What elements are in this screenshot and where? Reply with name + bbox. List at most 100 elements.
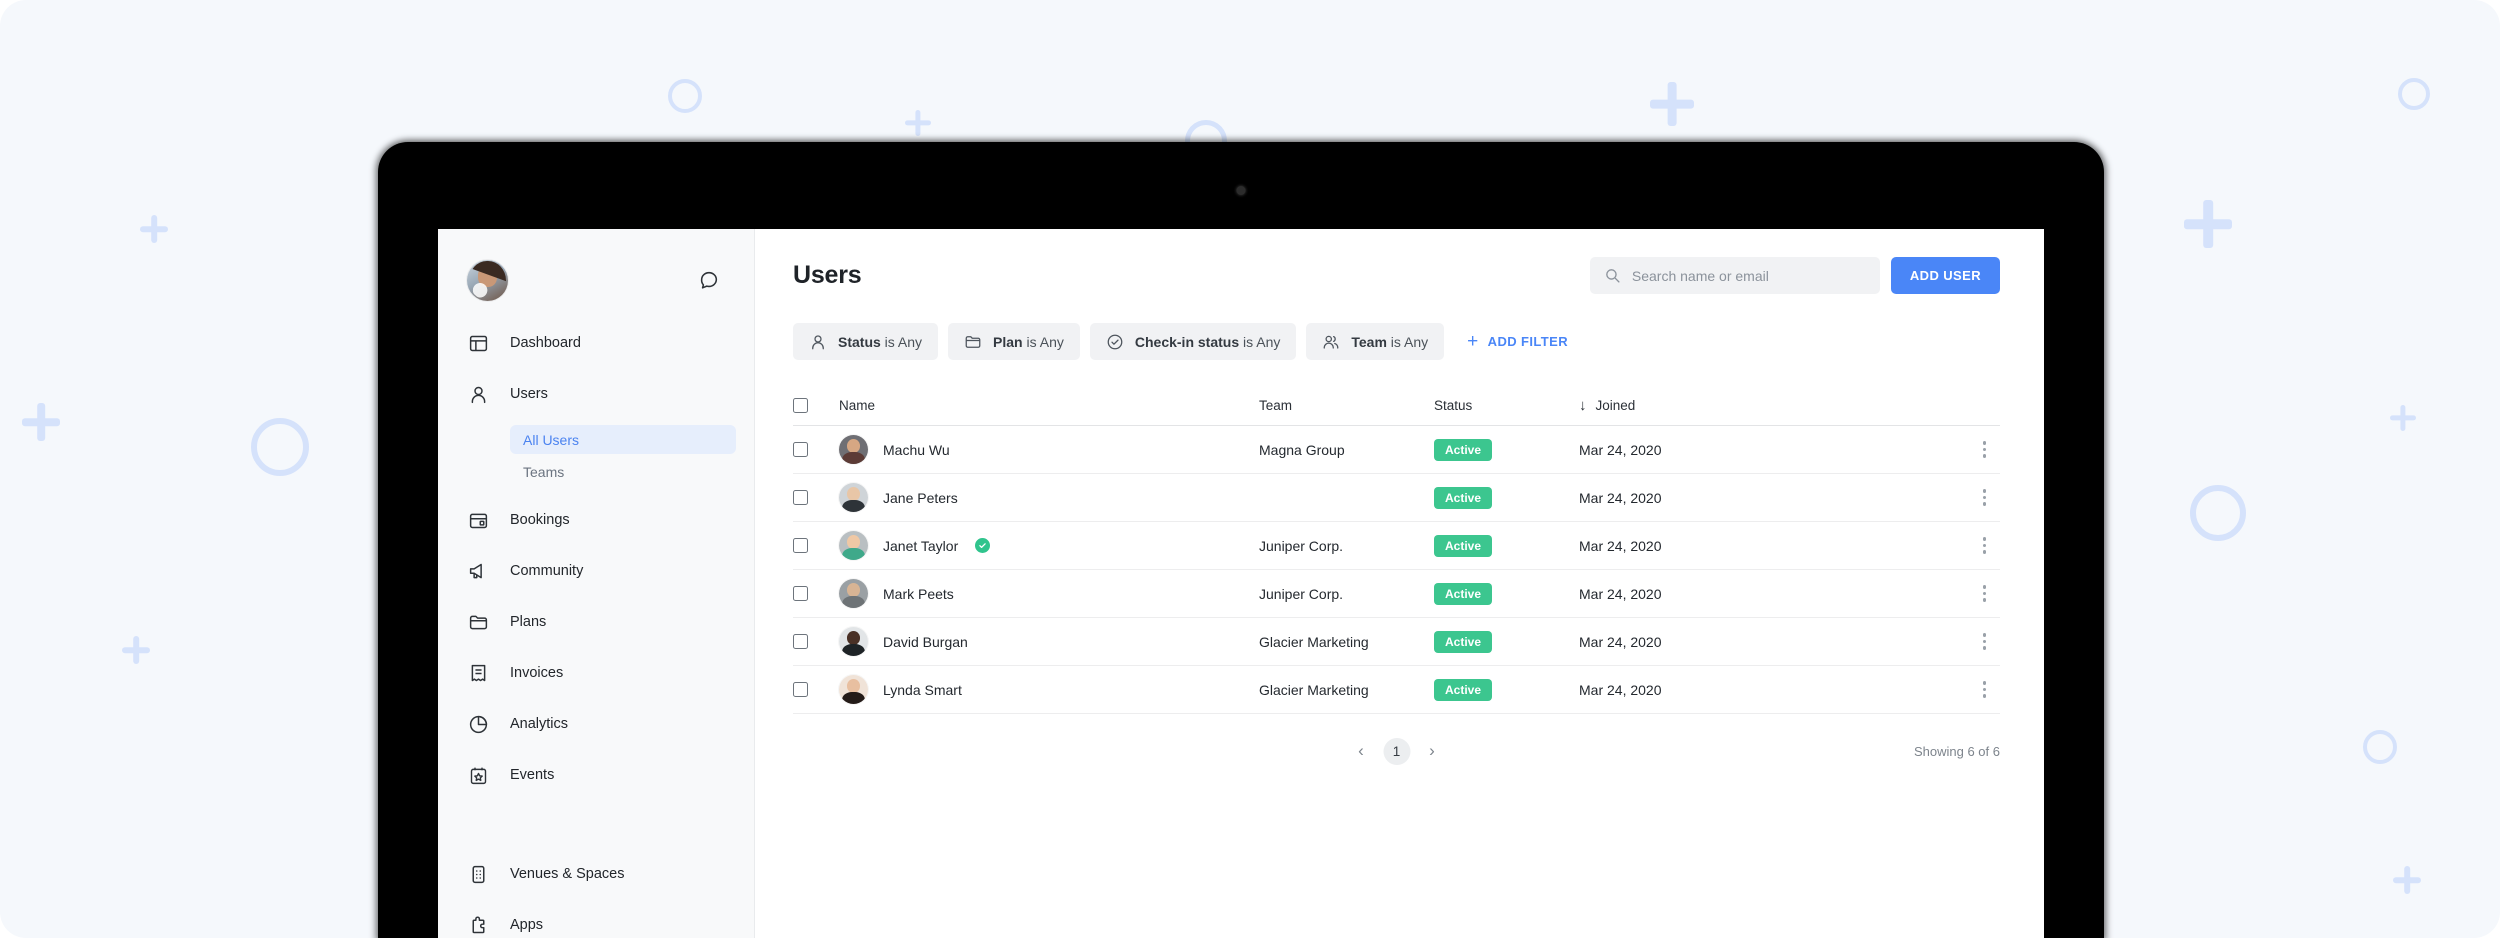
filter-chip-plan[interactable]: Plan is Any <box>948 323 1080 360</box>
puzzle-icon <box>468 915 489 936</box>
select-all-checkbox[interactable] <box>793 398 808 413</box>
cell-name: Jane Peters <box>839 483 1259 512</box>
row-select-cell <box>793 682 839 697</box>
row-checkbox[interactable] <box>793 538 808 553</box>
filter-chip-condition: is Any <box>1239 333 1281 350</box>
receipt-icon <box>468 663 489 684</box>
cell-joined: Mar 24, 2020 <box>1579 441 1662 458</box>
sidebar-item-label: Dashboard <box>510 335 581 351</box>
cell-actions <box>1829 531 2000 559</box>
user-name: Mark Peets <box>883 585 954 602</box>
row-more-icon[interactable] <box>1977 579 1992 607</box>
column-header-joined[interactable]: ↓ Joined <box>1579 397 1829 414</box>
cell-actions <box>1829 435 2000 463</box>
row-select-cell <box>793 442 839 457</box>
row-more-icon[interactable] <box>1977 435 1992 463</box>
decoration-plus <box>2390 405 2416 431</box>
filter-chip-team[interactable]: Team is Any <box>1306 323 1445 360</box>
sidebar-item-users[interactable]: Users <box>438 374 754 414</box>
sidebar-item-plans[interactable]: Plans <box>438 602 754 642</box>
column-header-team[interactable]: Team <box>1259 398 1434 413</box>
search-input[interactable] <box>1631 267 1866 284</box>
table-row[interactable]: Mark Peets Juniper Corp. Active Mar 24, … <box>793 570 2000 618</box>
filter-chip-checkin-status[interactable]: Check-in status is Any <box>1089 323 1297 360</box>
row-more-icon[interactable] <box>1977 627 1992 655</box>
page-number-1[interactable]: 1 <box>1383 737 1410 765</box>
column-header-name[interactable]: Name <box>839 398 1259 413</box>
sidebar-item-apps[interactable]: Apps <box>438 905 754 938</box>
cell-team: Glacier Marketing <box>1259 681 1369 698</box>
plus-icon: + <box>1467 331 1479 352</box>
status-badge: Active <box>1434 486 1493 509</box>
row-checkbox[interactable] <box>793 682 808 697</box>
avatar[interactable] <box>467 259 508 301</box>
filter-chip-label: Status <box>838 333 881 350</box>
status-badge: Active <box>1434 678 1493 701</box>
column-header-status[interactable]: Status <box>1434 398 1579 413</box>
cell-actions <box>1829 579 2000 607</box>
decoration-ring <box>668 79 702 113</box>
avatar <box>839 627 868 656</box>
status-badge: Active <box>1434 534 1493 557</box>
sidebar-item-dashboard[interactable]: Dashboard <box>438 323 754 363</box>
cell-status: Active <box>1434 486 1579 509</box>
cell-actions <box>1829 483 2000 511</box>
add-user-button[interactable]: ADD USER <box>1890 257 2000 294</box>
chevron-left-icon[interactable]: ‹ <box>1348 738 1374 764</box>
cell-name: David Burgan <box>839 627 1259 656</box>
row-checkbox[interactable] <box>793 586 808 601</box>
cell-joined: Mar 24, 2020 <box>1579 537 1662 554</box>
chevron-right-icon[interactable]: › <box>1419 738 1445 764</box>
pagination: ‹ 1 › Showing 6 of 6 <box>793 732 2000 770</box>
add-filter-button[interactable]: + ADD FILTER <box>1467 332 1568 351</box>
cell-joined: Mar 24, 2020 <box>1579 681 1662 698</box>
avatar <box>839 483 868 512</box>
cell-status: Active <box>1434 534 1579 557</box>
row-checkbox[interactable] <box>793 634 808 649</box>
filter-chip-status[interactable]: Status is Any <box>793 323 939 360</box>
user-name: Jane Peters <box>883 489 958 506</box>
user-name: Lynda Smart <box>883 681 962 698</box>
sidebar: Dashboard Users All Users Teams Bookings… <box>438 229 755 938</box>
row-more-icon[interactable] <box>1977 483 1992 511</box>
sidebar-item-teams[interactable]: Teams <box>510 457 736 486</box>
sidebar-item-venues-spaces[interactable]: Venues & Spaces <box>438 854 754 894</box>
sidebar-item-all-users[interactable]: All Users <box>510 425 736 454</box>
decoration-plus <box>2184 200 2232 248</box>
sidebar-item-label: Venues & Spaces <box>510 866 625 882</box>
table-row[interactable]: Lynda Smart Glacier Marketing Active Mar… <box>793 666 2000 714</box>
row-checkbox[interactable] <box>793 490 808 505</box>
folder-icon <box>468 612 489 633</box>
sidebar-subitem-label: Teams <box>523 463 565 480</box>
row-more-icon[interactable] <box>1977 675 1992 703</box>
table-row[interactable]: Jane Peters Active Mar 24, 2020 <box>793 474 2000 522</box>
table-row[interactable]: David Burgan Glacier Marketing Active Ma… <box>793 618 2000 666</box>
pie-chart-icon <box>468 714 489 735</box>
sidebar-item-analytics[interactable]: Analytics <box>438 704 754 744</box>
row-checkbox[interactable] <box>793 442 808 457</box>
user-icon <box>468 384 489 405</box>
check-circle-icon <box>1107 334 1123 349</box>
chat-bubble-icon[interactable] <box>698 269 720 291</box>
row-select-cell <box>793 538 839 553</box>
row-more-icon[interactable] <box>1977 531 1992 559</box>
folder-icon <box>965 335 981 348</box>
sidebar-item-label: Analytics <box>510 716 569 732</box>
table-header-select <box>793 398 839 413</box>
page-title: Users <box>793 261 862 289</box>
filter-chip-label: Plan <box>993 333 1023 350</box>
decoration-ring <box>2363 730 2397 764</box>
search-box[interactable] <box>1589 257 1880 294</box>
sidebar-item-community[interactable]: Community <box>438 551 754 591</box>
verified-badge-icon <box>975 538 991 553</box>
sidebar-item-events[interactable]: Events <box>438 755 754 795</box>
status-badge: Active <box>1434 630 1493 653</box>
decoration-plus <box>22 403 60 441</box>
table-row[interactable]: Janet Taylor Juniper Corp. Active Mar 24… <box>793 522 2000 570</box>
sidebar-item-bookings[interactable]: Bookings <box>438 500 754 540</box>
page-header: Users ADD USER <box>755 229 2044 294</box>
table-row[interactable]: Machu Wu Magna Group Active Mar 24, 2020 <box>793 426 2000 474</box>
laptop-frame: Dashboard Users All Users Teams Bookings… <box>378 142 2104 938</box>
decoration-ring <box>2190 485 2246 541</box>
sidebar-item-invoices[interactable]: Invoices <box>438 653 754 693</box>
